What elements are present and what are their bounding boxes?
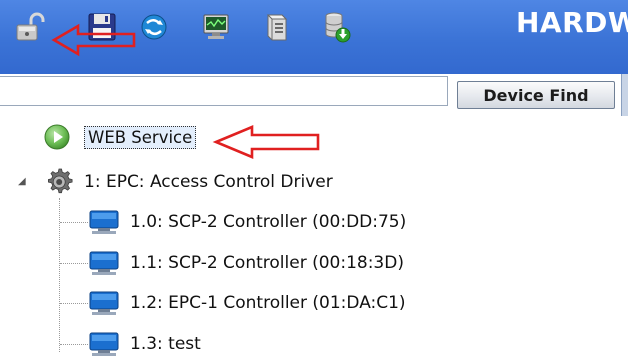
database-download-icon[interactable] <box>318 10 354 44</box>
device-find-button[interactable]: Device Find <box>457 81 615 109</box>
collapse-triangle-icon[interactable]: ◢ <box>18 176 26 187</box>
device-search-input[interactable] <box>0 76 448 106</box>
annotation-arrow-web-service <box>212 125 320 159</box>
main-toolbar: HARDW <box>0 0 628 74</box>
monitor-icon <box>88 288 120 318</box>
floppy-save-icon[interactable] <box>84 10 120 44</box>
app-brand-title: HARDW <box>516 6 628 39</box>
tree-node-controller[interactable]: 1.0: SCP-2 Controller (00:DD:75) <box>88 206 406 238</box>
refresh-globe-icon[interactable] <box>136 10 172 44</box>
tree-node-web-service[interactable]: WEB Service <box>44 121 197 153</box>
search-bar-row: Device Find <box>0 74 628 116</box>
monitor-icon <box>88 207 120 237</box>
play-circle-icon <box>44 122 74 152</box>
tree-node-driver[interactable]: 1: EPC: Access Control Driver <box>44 166 333 198</box>
app-window: HARDW Device Find WEB Service ◢ 1: EPC: … <box>0 0 628 356</box>
controller-label: 1.0: SCP-2 Controller (00:DD:75) <box>130 212 407 232</box>
tree-node-controller[interactable]: 1.2: EPC-1 Controller (01:DA:C1) <box>88 287 406 319</box>
web-service-label: WEB Service <box>84 125 197 149</box>
driver-label: 1: EPC: Access Control Driver <box>84 172 333 192</box>
monitor-icon <box>88 248 120 278</box>
gear-icon <box>44 167 74 197</box>
tree-node-controller[interactable]: 1.3: test <box>88 328 201 356</box>
unlock-icon[interactable] <box>12 10 48 44</box>
monitor-icon[interactable] <box>198 10 234 44</box>
tree-node-controller[interactable]: 1.1: SCP-2 Controller (00:18:3D) <box>88 247 404 279</box>
controller-label: 1.1: SCP-2 Controller (00:18:3D) <box>130 253 404 273</box>
device-tree: WEB Service ◢ 1: EPC: Access Control Dri… <box>0 116 628 356</box>
controller-label: 1.3: test <box>130 334 201 354</box>
server-icon[interactable] <box>257 10 293 44</box>
controller-label: 1.2: EPC-1 Controller (01:DA:C1) <box>130 293 406 313</box>
panel-edge <box>621 74 628 116</box>
monitor-icon <box>88 329 120 356</box>
